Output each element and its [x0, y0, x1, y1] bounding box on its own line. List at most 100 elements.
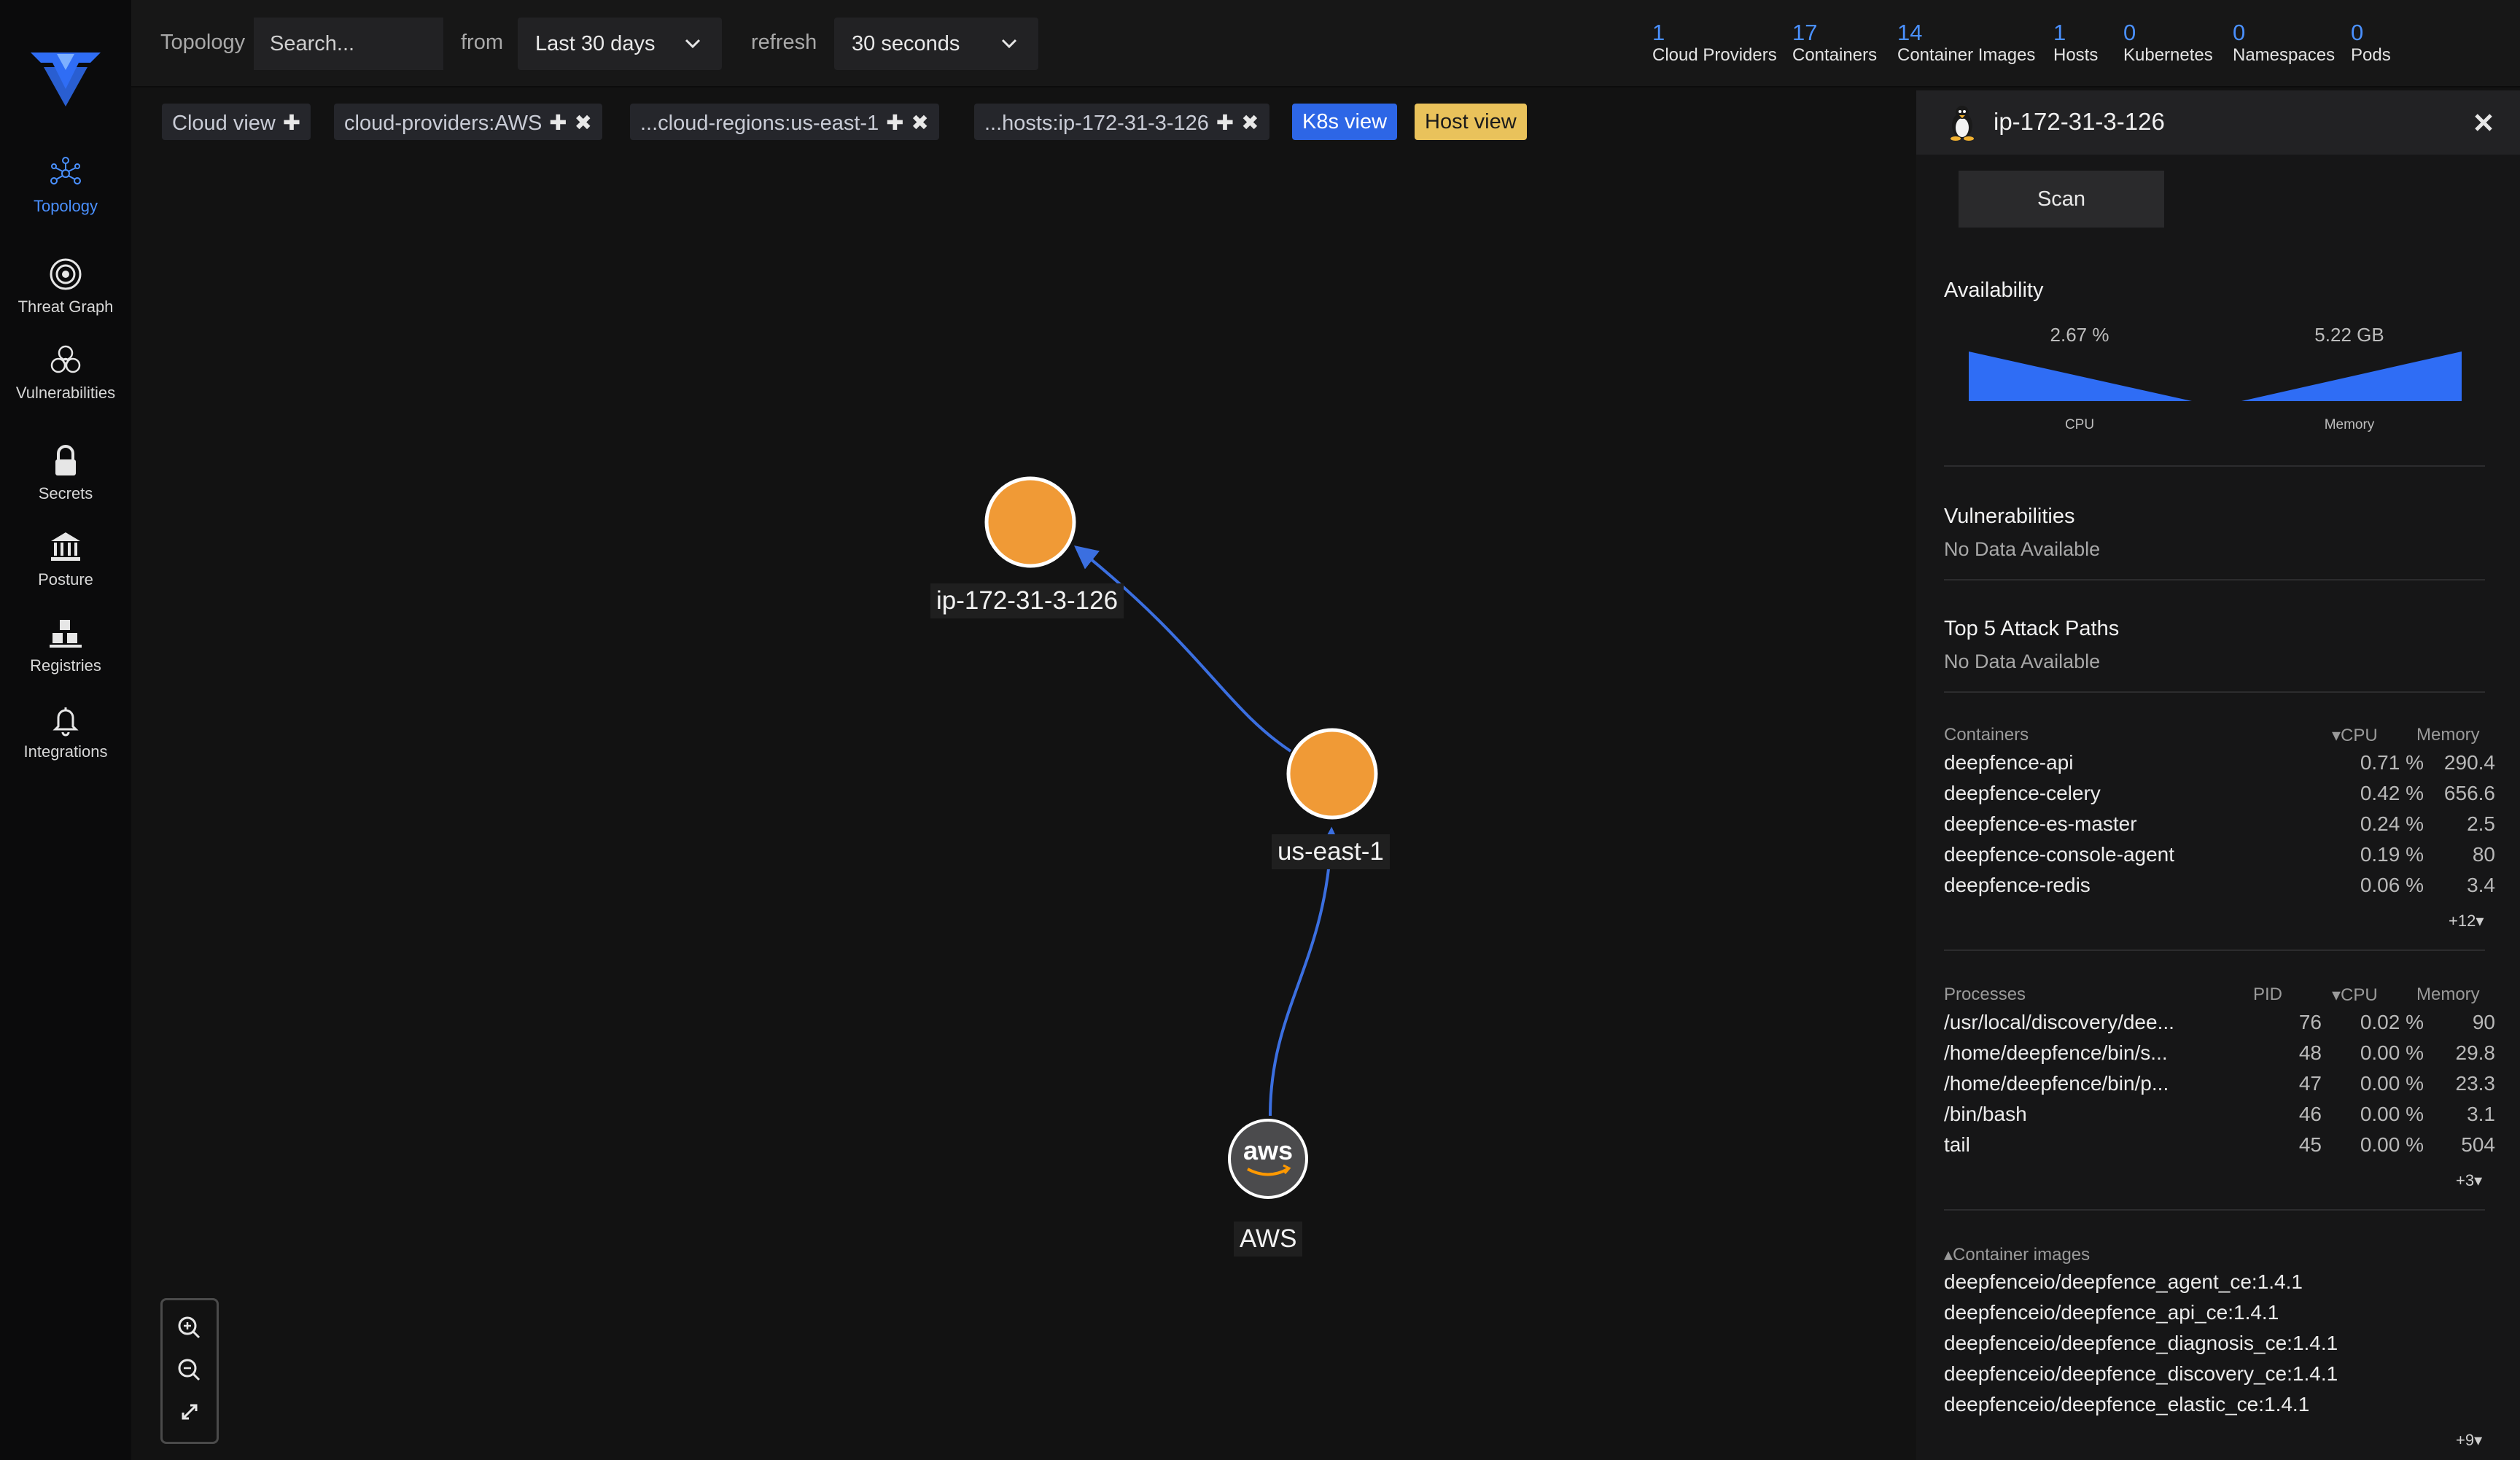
container-memory: 290.4: [2443, 751, 2495, 774]
fit-to-screen-icon[interactable]: [163, 1391, 217, 1433]
stat-containers[interactable]: 17 Containers: [1792, 20, 1877, 66]
container-image-item[interactable]: deepfenceio/deepfence_diagnosis_ce:1.4.1: [1944, 1332, 2338, 1355]
from-label: from: [461, 31, 503, 54]
process-row[interactable]: /home/deepfence/bin/p... 47 0.00 % 23.3: [1944, 1072, 2498, 1103]
container-image-item[interactable]: deepfenceio/deepfence_api_ce:1.4.1: [1944, 1301, 2279, 1324]
container-row[interactable]: deepfence-celery 0.42 % 656.6: [1944, 782, 2498, 812]
sidebar-item-secrets[interactable]: Secrets: [0, 442, 131, 522]
container-cpu: 0.06 %: [2360, 874, 2424, 896]
stat-label: Pods: [2351, 45, 2391, 65]
container-memory: 656.6: [2443, 782, 2495, 804]
process-name: /bin/bash: [1944, 1103, 2027, 1125]
container-row[interactable]: deepfence-redis 0.06 % 3.4: [1944, 874, 2498, 904]
process-cpu: 0.00 %: [2360, 1041, 2424, 1064]
process-pid: 47: [2298, 1072, 2322, 1095]
plus-icon[interactable]: ✚: [1216, 110, 1234, 136]
node-details-panel: ip-172-31-3-126 Scan Availability 2.67 %…: [1916, 90, 2520, 1460]
stat-value: 14: [1897, 20, 1923, 45]
sidebar-item-posture[interactable]: Posture: [0, 528, 131, 608]
stat-pods[interactable]: 0 Pods: [2351, 20, 2391, 66]
sidebar-item-vulnerabilities[interactable]: Vulnerabilities: [0, 341, 131, 422]
processes-pid-header: PID: [2253, 985, 2283, 1004]
close-icon[interactable]: ✖: [575, 110, 592, 136]
plus-icon[interactable]: ✚: [549, 110, 567, 136]
process-cpu: 0.00 %: [2360, 1103, 2424, 1125]
container-row[interactable]: deepfence-api 0.71 % 290.4: [1944, 751, 2498, 782]
process-row[interactable]: /usr/local/discovery/dee... 76 0.02 % 90: [1944, 1011, 2498, 1041]
process-row[interactable]: /bin/bash 46 0.00 % 3.1: [1944, 1103, 2498, 1133]
container-image-item[interactable]: deepfenceio/deepfence_elastic_ce:1.4.1: [1944, 1393, 2309, 1416]
sidebar-item-label: Threat Graph: [18, 298, 114, 316]
process-name: /home/deepfence/bin/p...: [1944, 1072, 2169, 1095]
process-row[interactable]: tail 45 0.00 % 504: [1944, 1133, 2498, 1164]
refresh-interval-select[interactable]: 30 seconds: [834, 18, 1038, 70]
stat-cloud-providers[interactable]: 1 Cloud Providers: [1652, 20, 1777, 66]
close-icon[interactable]: ✖: [1241, 110, 1259, 136]
stat-label: Kubernetes: [2123, 45, 2213, 65]
search-input[interactable]: [254, 18, 443, 70]
sort-caret-icon: ▾: [2332, 985, 2341, 1005]
container-image-item[interactable]: deepfenceio/deepfence_discovery_ce:1.4.1: [1944, 1362, 2338, 1386]
plus-icon[interactable]: ✚: [283, 110, 300, 136]
stat-kubernetes[interactable]: 0 Kubernetes: [2123, 20, 2213, 66]
container-image-item[interactable]: deepfenceio/deepfence_agent_ce:1.4.1: [1944, 1270, 2303, 1294]
plus-icon[interactable]: ✚: [886, 110, 903, 136]
sidebar-item-topology[interactable]: Topology: [0, 155, 131, 235]
graph-node-region[interactable]: [1286, 728, 1378, 820]
sidebar-item-label: Registries: [30, 656, 101, 675]
container-memory: 3.4: [2467, 874, 2495, 896]
process-pid: 46: [2298, 1103, 2322, 1125]
time-range-select[interactable]: Last 30 days: [518, 18, 722, 70]
stat-hosts[interactable]: 1 Hosts: [2053, 20, 2098, 66]
top-bar: Topology from Last 30 days refresh 30 se…: [131, 0, 2520, 88]
processes-more-link[interactable]: +3▾: [2456, 1171, 2482, 1190]
k8s-view-button[interactable]: K8s view: [1292, 104, 1398, 140]
graph-node-host[interactable]: [984, 476, 1076, 568]
process-name: /usr/local/discovery/dee...: [1944, 1011, 2174, 1033]
processes-cpu-header[interactable]: ▾CPU: [2332, 985, 2378, 1006]
deepfence-logo[interactable]: [28, 45, 104, 109]
container-name: deepfence-celery: [1944, 782, 2101, 804]
container-name: deepfence-api: [1944, 751, 2074, 774]
sidebar-item-registries[interactable]: Registries: [0, 614, 131, 694]
stat-container-images[interactable]: 14 Container Images: [1897, 20, 2035, 66]
stat-value: 17: [1792, 20, 1818, 45]
sidebar-item-threat-graph[interactable]: Threat Graph: [0, 255, 131, 335]
more-count: +12: [2449, 912, 2476, 930]
container-images-header[interactable]: ▴Container images: [1944, 1244, 2090, 1265]
zoom-in-icon[interactable]: [163, 1306, 217, 1348]
zoom-out-icon[interactable]: [163, 1348, 217, 1391]
containers-more-link[interactable]: +12▾: [2449, 912, 2484, 931]
divider: [1944, 465, 2485, 467]
scan-button[interactable]: Scan: [1959, 171, 2164, 228]
container-name: deepfence-redis: [1944, 874, 2091, 896]
chevron-down-icon: [1001, 39, 1017, 49]
chip-cloud-view: Cloud view ✚: [162, 104, 311, 140]
stat-value: 0: [2123, 20, 2136, 45]
cpu-header-label: CPU: [2341, 726, 2378, 745]
stat-value: 0: [2351, 20, 2364, 45]
container-row[interactable]: deepfence-es-master 0.24 % 2.5: [1944, 812, 2498, 843]
container-cpu: 0.24 %: [2360, 812, 2424, 835]
panel-header: ip-172-31-3-126: [1916, 90, 2520, 155]
sidebar-item-label: Secrets: [38, 484, 93, 502]
vulnerabilities-title: Vulnerabilities: [1944, 505, 2075, 528]
container-name: deepfence-console-agent: [1944, 843, 2175, 866]
container-row[interactable]: deepfence-console-agent 0.19 % 80: [1944, 843, 2498, 874]
container-images-more-link[interactable]: +9▾: [2456, 1431, 2482, 1450]
cpu-sparkline: [1969, 352, 2192, 401]
bell-icon: [52, 707, 79, 737]
stat-namespaces[interactable]: 0 Namespaces: [2233, 20, 2335, 66]
process-row[interactable]: /home/deepfence/bin/s... 48 0.00 % 29.8: [1944, 1041, 2498, 1072]
close-icon[interactable]: [2470, 109, 2497, 136]
host-view-button[interactable]: Host view: [1415, 104, 1527, 140]
chip-label: cloud-providers:AWS: [344, 112, 542, 135]
refresh-label: refresh: [751, 31, 817, 54]
stat-value: 0: [2233, 20, 2246, 45]
threat-graph-icon: [50, 258, 82, 290]
graph-node-aws[interactable]: aws: [1228, 1119, 1308, 1199]
panel-title: ip-172-31-3-126: [1994, 108, 2165, 135]
containers-cpu-header[interactable]: ▾CPU: [2332, 725, 2378, 746]
sidebar-item-integrations[interactable]: Integrations: [0, 700, 131, 780]
close-icon[interactable]: ✖: [911, 110, 929, 136]
